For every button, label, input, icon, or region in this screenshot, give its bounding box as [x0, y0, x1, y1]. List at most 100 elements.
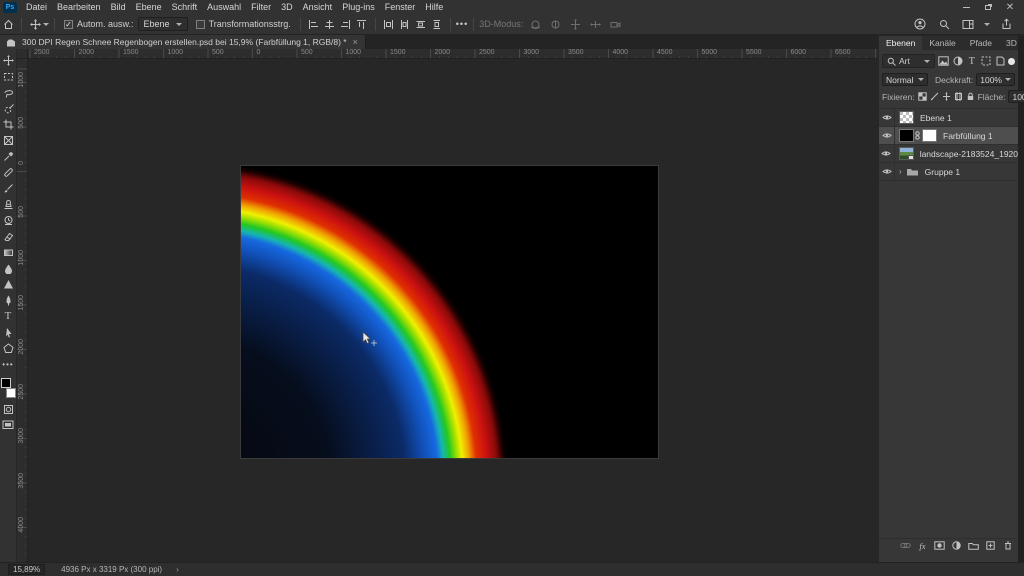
opacity-value[interactable]: 100% — [976, 73, 1015, 86]
document-tab[interactable]: 300 DPI Regen Schnee Regenbogen erstelle… — [0, 35, 366, 49]
menu-ebene[interactable]: Ebene — [131, 0, 167, 14]
image-layer-thumbnail[interactable] — [898, 147, 914, 160]
menu-datei[interactable]: Datei — [21, 0, 52, 14]
tab-close-icon[interactable]: × — [353, 37, 358, 47]
align-right-icon[interactable] — [338, 17, 354, 31]
filter-pixel-layers-icon[interactable] — [937, 55, 949, 68]
account-avatar-icon[interactable] — [912, 17, 928, 31]
layer-row-landscape[interactable]: landscape-2183524_1920 — [879, 145, 1018, 163]
distribute-center-icon[interactable] — [397, 17, 413, 31]
layer-row-ebene-1[interactable]: Ebene 1 — [879, 109, 1018, 127]
tab-pfade[interactable]: Pfade — [963, 36, 999, 50]
crop-tool-icon[interactable] — [1, 116, 16, 132]
filter-smart-objects-icon[interactable] — [994, 55, 1006, 68]
new-layer-icon[interactable] — [985, 540, 996, 551]
workspace-switcher-icon[interactable] — [960, 17, 976, 31]
add-layer-mask-icon[interactable] — [934, 540, 945, 551]
menu-bild[interactable]: Bild — [106, 0, 131, 14]
eraser-tool-icon[interactable] — [1, 228, 16, 244]
link-layers-icon[interactable] — [900, 540, 911, 551]
filter-shape-layers-icon[interactable] — [980, 55, 992, 68]
menu-3d[interactable]: 3D — [276, 0, 298, 14]
tab-3d[interactable]: 3D — [999, 36, 1024, 50]
visibility-eye-icon[interactable] — [879, 127, 895, 144]
menu-ansicht[interactable]: Ansicht — [298, 0, 338, 14]
filter-type-layers-icon[interactable]: T — [966, 55, 978, 68]
minimize-icon[interactable] — [958, 2, 974, 13]
photoshop-logo-icon[interactable]: Ps — [3, 1, 17, 13]
blend-mode-select[interactable]: Normal — [882, 73, 928, 86]
menu-schrift[interactable]: Schrift — [167, 0, 203, 14]
menu-filter[interactable]: Filter — [246, 0, 276, 14]
clone-stamp-tool-icon[interactable] — [1, 196, 16, 212]
history-brush-tool-icon[interactable] — [1, 212, 16, 228]
lock-pixels-icon[interactable] — [930, 90, 939, 103]
menu-fenster[interactable]: Fenster — [380, 0, 421, 14]
workspace-caret-icon[interactable] — [984, 22, 990, 26]
ruler-left[interactable]: 1000 500 0 500 1000 1500 2000 2500 3000 3500 4000 — [17, 59, 28, 562]
filter-adjustment-layers-icon[interactable] — [952, 55, 964, 68]
fill-layer-thumbnail[interactable] — [899, 129, 914, 142]
edit-toolbar-icon[interactable]: ••• — [1, 356, 16, 372]
move-tool-icon[interactable] — [1, 52, 16, 68]
new-group-icon[interactable] — [968, 540, 979, 551]
shape-tool-icon[interactable] — [1, 340, 16, 356]
tool-preset-caret-icon[interactable] — [43, 22, 49, 26]
visibility-eye-icon[interactable] — [879, 163, 895, 180]
restore-icon[interactable] — [980, 2, 996, 13]
filter-toggle[interactable] — [1008, 57, 1016, 65]
layer-row-farbfuellung-1[interactable]: Farbfüllung 1 — [879, 127, 1018, 145]
tab-ebenen[interactable]: Ebenen — [879, 36, 923, 50]
more-options-icon[interactable]: ••• — [456, 19, 468, 29]
blur-tool-icon[interactable] — [1, 260, 16, 276]
menu-auswahl[interactable]: Auswahl — [202, 0, 246, 14]
lock-artboard-icon[interactable] — [954, 90, 963, 103]
new-adjustment-layer-icon[interactable] — [951, 540, 962, 551]
lock-transparency-icon[interactable] — [917, 90, 927, 103]
brush-tool-icon[interactable] — [1, 180, 16, 196]
share-icon[interactable] — [998, 17, 1014, 31]
document-canvas[interactable] — [240, 165, 659, 459]
distribute-right-icon[interactable] — [413, 17, 429, 31]
layer-name[interactable]: Farbfüllung 1 — [943, 131, 993, 141]
quick-selection-tool-icon[interactable] — [1, 100, 16, 116]
menu-bearbeiten[interactable]: Bearbeiten — [52, 0, 106, 14]
distribute-bottom-icon[interactable] — [429, 17, 445, 31]
distribute-left-icon[interactable] — [381, 17, 397, 31]
eyedropper-tool-icon[interactable] — [1, 148, 16, 164]
home-icon[interactable] — [0, 17, 16, 31]
background-color-swatch[interactable] — [5, 388, 16, 398]
group-expand-icon[interactable]: › — [899, 167, 902, 176]
foreground-color-swatch[interactable] — [0, 378, 11, 388]
align-top-icon[interactable] — [354, 17, 370, 31]
visibility-eye-icon[interactable] — [879, 109, 895, 126]
menu-plugins[interactable]: Plug-ins — [337, 0, 380, 14]
layer-thumbnail[interactable] — [899, 111, 914, 124]
layer-row-gruppe-1[interactable]: › Gruppe 1 — [879, 163, 1018, 181]
layer-name[interactable]: Gruppe 1 — [925, 167, 960, 177]
path-selection-tool-icon[interactable] — [1, 324, 16, 340]
dodge-tool-icon[interactable] — [1, 276, 16, 292]
move-tool-icon[interactable] — [27, 17, 43, 31]
gradient-tool-icon[interactable] — [1, 244, 16, 260]
layer-name[interactable]: landscape-2183524_1920 — [920, 149, 1018, 159]
mask-link-icon[interactable] — [915, 131, 920, 140]
pen-tool-icon[interactable] — [1, 292, 16, 308]
layer-mask-thumbnail[interactable] — [922, 129, 937, 142]
frame-tool-icon[interactable] — [1, 132, 16, 148]
layer-name[interactable]: Ebene 1 — [920, 113, 952, 123]
ruler-corner[interactable] — [17, 49, 28, 59]
lasso-tool-icon[interactable] — [1, 84, 16, 100]
close-icon[interactable]: ✕ — [1002, 2, 1018, 13]
search-icon[interactable] — [936, 17, 952, 31]
delete-layer-icon[interactable] — [1002, 540, 1013, 551]
visibility-eye-icon[interactable] — [879, 145, 895, 162]
align-left-icon[interactable] — [306, 17, 322, 31]
layer-effects-icon[interactable]: fx — [917, 540, 928, 551]
quick-mask-icon[interactable] — [1, 401, 16, 417]
align-center-h-icon[interactable] — [322, 17, 338, 31]
auto-select-checkbox[interactable]: ✓ — [64, 19, 73, 29]
lock-position-icon[interactable] — [942, 90, 951, 103]
zoom-level-field[interactable]: 15,89% — [8, 564, 46, 575]
menu-hilfe[interactable]: Hilfe — [420, 0, 448, 14]
